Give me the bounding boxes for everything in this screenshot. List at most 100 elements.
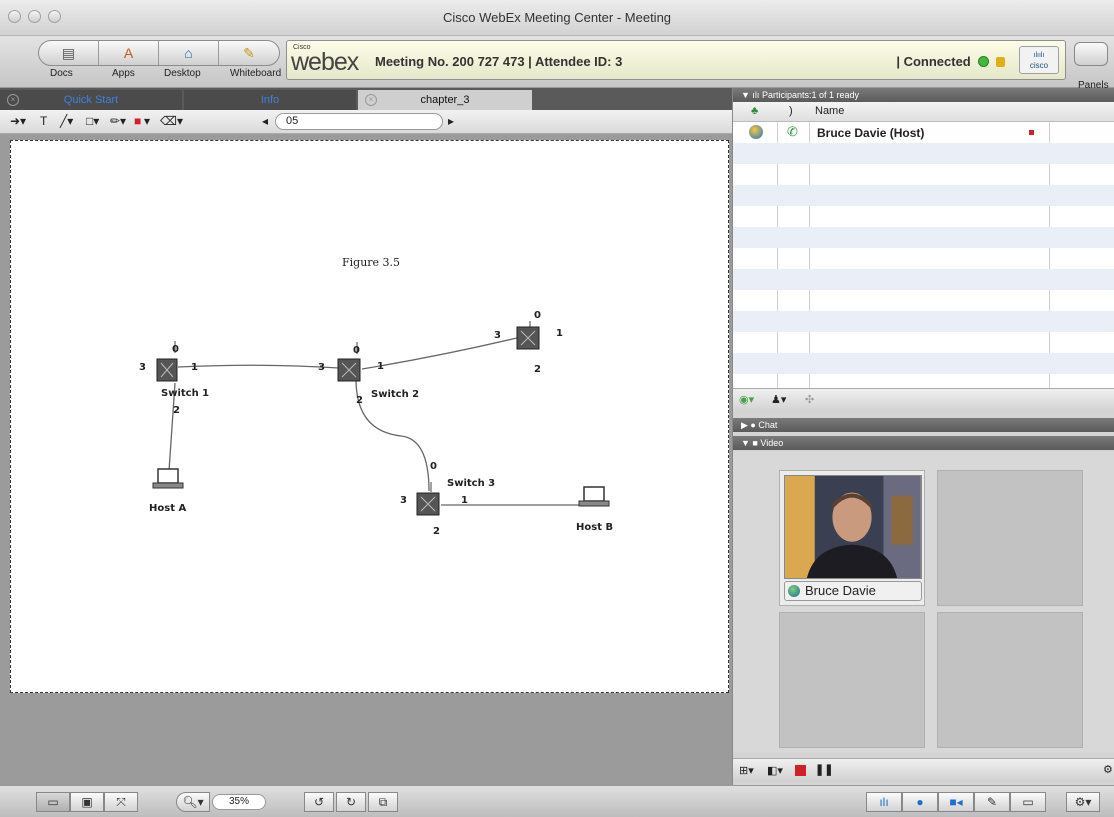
chat-header[interactable]: ▶ ● Chat: [733, 418, 1114, 432]
panels-button[interactable]: [1074, 42, 1108, 66]
eraser-tool-icon[interactable]: ⌫▾: [160, 114, 183, 128]
color-dropdown-icon[interactable]: ▾: [144, 114, 150, 128]
host-globe-icon: [749, 125, 763, 139]
desktop-label: Desktop: [164, 68, 201, 79]
host-b-laptop-icon: [578, 486, 610, 507]
participants-column-header: ♣ ) Name: [733, 102, 1114, 122]
share-apps-button[interactable]: A: [99, 41, 159, 65]
docs-label: Docs: [50, 68, 73, 79]
rotate-right-icon: ↻: [345, 795, 357, 809]
port-label: 3: [318, 362, 325, 373]
highlighter-tool-icon[interactable]: ✏▾: [110, 114, 126, 128]
tab-info[interactable]: Info: [184, 90, 356, 110]
video-layout-icon[interactable]: ⊞▾: [739, 764, 754, 777]
share-desktop-button[interactable]: ⌂: [159, 41, 219, 65]
link-s1-s2: [177, 364, 340, 369]
zoom-level-field[interactable]: 35%: [212, 794, 266, 810]
line-tool-icon[interactable]: ╱▾: [60, 114, 73, 128]
port-label: 3: [139, 362, 146, 373]
document-tabs: × Quick Start Info × chapter_3: [0, 88, 732, 110]
rotate-right-button[interactable]: ↻: [336, 792, 366, 812]
window-title: Cisco WebEx Meeting Center - Meeting: [442, 10, 672, 25]
name-column-label: Name: [815, 105, 845, 117]
host-a-laptop-icon: [152, 468, 184, 489]
switch-2-label: Switch 2: [371, 389, 419, 400]
video-tile-empty: [937, 470, 1083, 606]
port-label: 2: [356, 395, 363, 406]
video-panel-button[interactable]: ■◂: [938, 792, 974, 812]
rotate-left-button[interactable]: ↺: [304, 792, 334, 812]
bottom-toolbar: ▭ ▣ ⤧ 🔍︎▾ 35% ↺ ↻ ⧉ ılı ● ■◂ ✎ ▭ ⚙▾: [0, 785, 1114, 817]
participant-row[interactable]: ✆ Bruce Davie (Host): [733, 122, 1114, 143]
webcam-feed-image: [784, 475, 922, 579]
stop-video-icon[interactable]: [795, 765, 806, 776]
view-thumbnails-button[interactable]: ▣: [70, 792, 104, 812]
gear-icon: ⚙▾: [1074, 795, 1092, 809]
panel-options-icon: ▭: [1022, 795, 1034, 809]
settings-menu-button[interactable]: ⚙▾: [1066, 792, 1100, 812]
shape-tool-icon[interactable]: □▾: [86, 114, 99, 128]
video-toolbar: ⊞▾ ◧▾ ❚❚ ⚙: [733, 758, 1114, 782]
panel-options-button[interactable]: ▭: [1010, 792, 1046, 812]
zoom-menu-button[interactable]: 🔍︎▾: [176, 792, 210, 812]
phone-icon: ✆: [787, 124, 798, 139]
chat-panel-button[interactable]: ●: [902, 792, 938, 812]
full-screen-button[interactable]: ⤧: [104, 792, 138, 812]
previous-page-icon[interactable]: ◂: [262, 114, 268, 128]
raise-hand-icon[interactable]: ◉▾: [739, 393, 754, 406]
pause-video-icon[interactable]: ❚❚: [815, 763, 833, 776]
assign-presenter-icon[interactable]: ♟▾: [771, 393, 786, 406]
port-label: 1: [461, 495, 468, 506]
participant-row-empty: [733, 353, 1114, 374]
participants-panel-button[interactable]: ılı: [866, 792, 902, 812]
video-settings-icon[interactable]: ⚙: [1103, 763, 1113, 776]
port-label: 3: [494, 330, 501, 341]
participants-icon: ılı: [752, 90, 762, 100]
port-label: 1: [377, 361, 384, 372]
zoom-magnifier-icon: 🔍︎▾: [182, 795, 204, 809]
participants-icon: ılı: [879, 795, 889, 809]
switch-1-icon: [156, 358, 178, 382]
connection-status: | Connected: [896, 54, 1005, 69]
close-tab-icon[interactable]: ×: [365, 94, 377, 106]
port-label: 2: [534, 364, 541, 375]
tab-label: chapter_3: [420, 94, 470, 106]
notes-panel-button[interactable]: ✎: [974, 792, 1010, 812]
close-tab-icon[interactable]: ×: [7, 94, 19, 106]
port-label: 1: [191, 362, 198, 373]
apps-icon: A: [123, 45, 134, 61]
port-label: 3: [400, 495, 407, 506]
mute-icon[interactable]: ✣: [805, 393, 814, 406]
full-screen-icon: ⤧: [116, 794, 126, 809]
text-tool-icon[interactable]: T: [40, 114, 47, 128]
share-segmented-control: ▤ A ⌂ ✎: [38, 40, 280, 66]
video-tile[interactable]: Bruce Davie: [779, 470, 925, 606]
cisco-logo: ılıılı cisco: [1019, 46, 1059, 74]
next-page-icon[interactable]: ▸: [448, 114, 454, 128]
video-grid: Bruce Davie: [733, 452, 1114, 752]
notes-icon: ✎: [986, 795, 998, 809]
network-diagram: Figure 3.5 Switch 1 Switch 2 Switch 3 Ho…: [139, 256, 613, 537]
tab-quick-start[interactable]: × Quick Start: [0, 90, 182, 110]
chat-header-label: Chat: [758, 420, 778, 430]
video-header[interactable]: ▼ ■ Video: [733, 436, 1114, 450]
collapse-triangle-icon: ▼: [741, 90, 753, 100]
view-normal-button[interactable]: ▭: [36, 792, 70, 812]
title-bar: Cisco WebEx Meeting Center - Meeting: [0, 0, 1114, 36]
share-whiteboard-button[interactable]: ✎: [219, 41, 279, 65]
page-number-field[interactable]: 05: [275, 113, 443, 130]
video-options-icon[interactable]: ◧▾: [767, 764, 783, 777]
sync-icon: ⧉: [378, 794, 388, 809]
participants-header[interactable]: ▼ ılı Participants:1 of 1 ready: [733, 88, 1114, 102]
tab-chapter-3[interactable]: × chapter_3: [358, 90, 532, 110]
content-viewer: Figure 3.5 Switch 1 Switch 2 Switch 3 Ho…: [0, 134, 732, 785]
share-docs-button[interactable]: ▤: [39, 41, 99, 65]
pointer-tool-icon[interactable]: ➜▾: [10, 114, 26, 128]
participants-toolbar: ◉▾ ♟▾ ✣: [733, 388, 1114, 410]
color-tool-icon[interactable]: ■: [134, 114, 141, 128]
role-column-icon: ♣: [751, 105, 759, 117]
switch-2-icon: [337, 358, 361, 382]
sync-display-button[interactable]: ⧉: [368, 792, 398, 812]
port-label: 1: [556, 328, 563, 339]
participants-list: ♣ ) Name ✆ Bruce Davie (Host): [733, 102, 1114, 388]
